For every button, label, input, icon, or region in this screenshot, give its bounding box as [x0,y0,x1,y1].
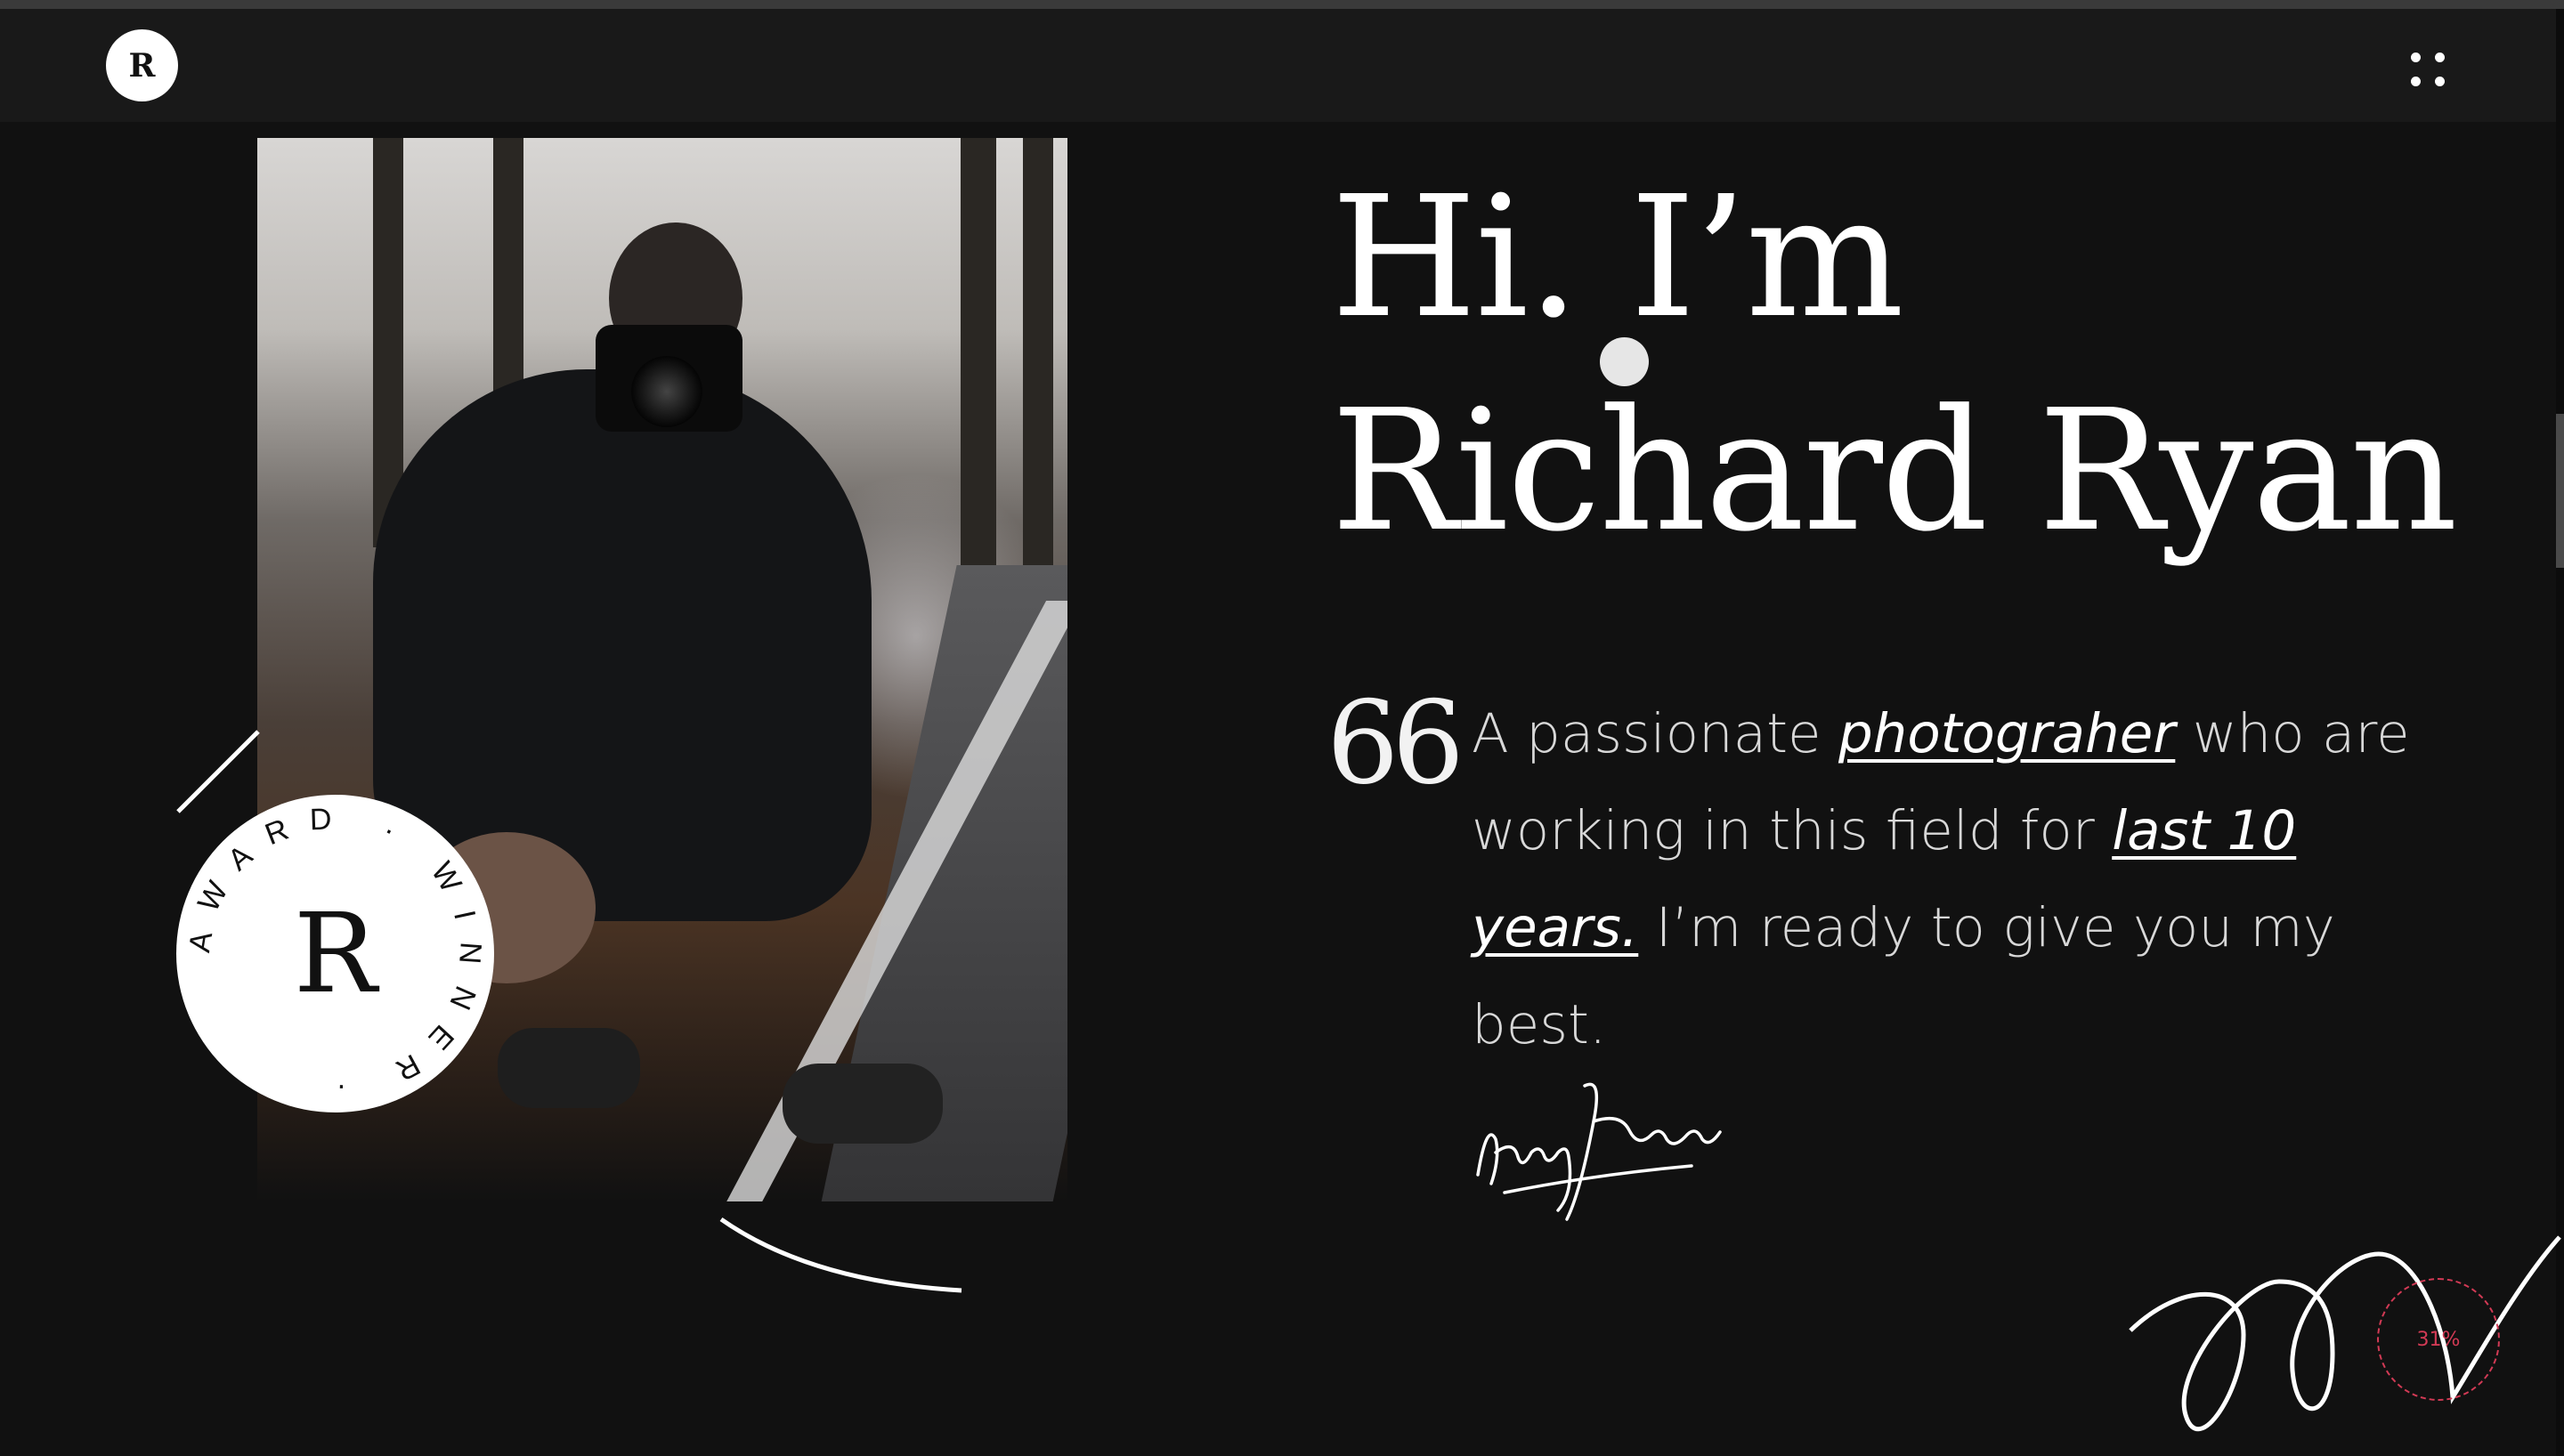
hero-title-line1: Hi. I’m [1331,160,1904,355]
intro-part1: A passionate [1472,702,1838,765]
menu-grid-icon[interactable] [2406,47,2452,93]
page-scrollbar[interactable] [2556,9,2564,1456]
hero-title-line2: Richard Ryan [1331,374,2458,569]
scroll-progress-label: 31% [2416,1328,2461,1351]
scrollbar-thumb[interactable] [2556,414,2564,568]
photographer-link[interactable]: photograher [1838,702,2175,765]
cursor-dot [1600,337,1649,386]
signature [1476,1082,1722,1221]
intro-text: A passionate photograher who are working… [1472,685,2469,1073]
window-top-bar [0,0,2564,9]
site-header: R [0,9,2556,122]
scroll-progress-indicator[interactable]: 31% [2377,1278,2500,1401]
logo[interactable]: R [106,29,178,101]
hero-title: Hi. I’m Richard Ryan [1331,151,2488,578]
award-winner-badge: AWARD · WINNER · R [176,795,494,1112]
quote-icon: 66 [1327,677,1465,810]
badge-center-letter: R [293,889,377,1018]
